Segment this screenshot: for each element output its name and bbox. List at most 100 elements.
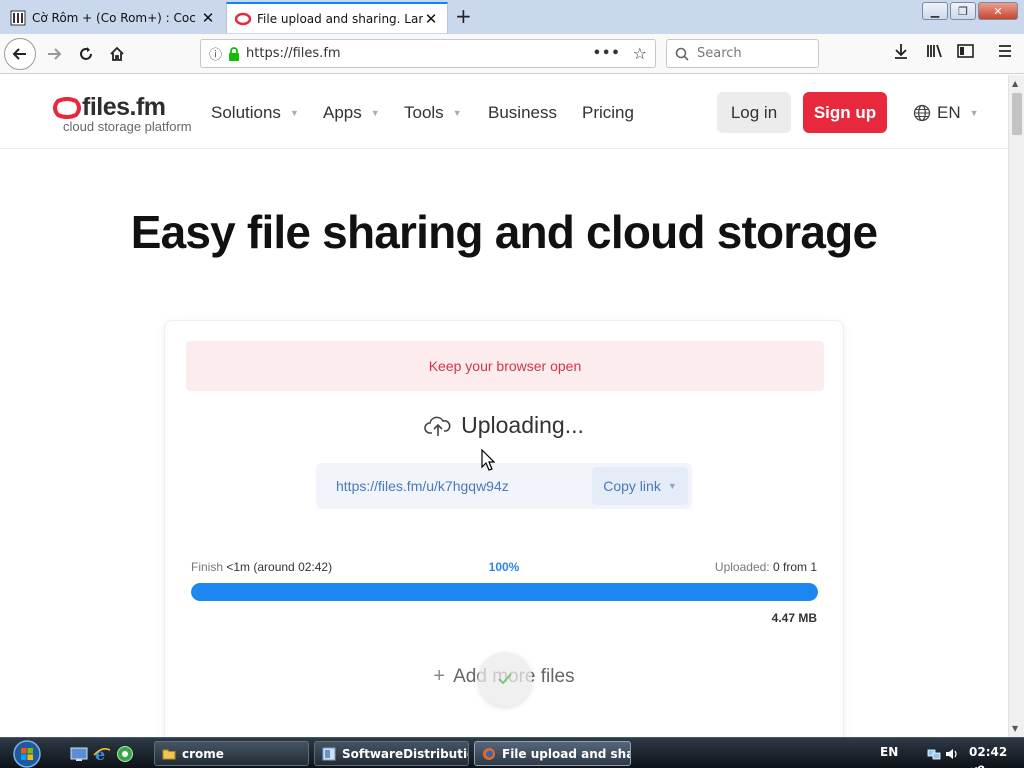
input-language-indicator[interactable]: EN — [880, 745, 898, 759]
browser-toolbar: ⓘ https://files.fm ••• ☆ Search — [0, 34, 1024, 74]
nav-solutions[interactable]: Solutions ▼ — [211, 103, 299, 123]
bookmark-star-icon[interactable]: ☆ — [633, 44, 647, 63]
site-logo[interactable]: files.fm cloud storage platform — [52, 93, 192, 134]
home-button[interactable] — [101, 38, 133, 70]
svg-text:e: e — [95, 745, 105, 763]
progress-fill — [191, 583, 818, 601]
filesfm-favicon-icon — [235, 11, 251, 27]
search-placeholder: Search — [697, 46, 742, 61]
system-clock[interactable]: 02:42 ص — [969, 745, 1024, 768]
task-label: File upload and shari... — [502, 746, 630, 761]
upload-card: Keep your browser open Uploading... http… — [164, 320, 844, 737]
page-scrollbar[interactable]: ▲ ▼ — [1008, 75, 1024, 737]
click-indicator — [478, 652, 532, 706]
nav-label: Apps — [323, 103, 362, 122]
filesfm-logo-icon — [53, 96, 81, 119]
chevron-down-icon: ▼ — [969, 108, 979, 118]
arrow-left-icon — [12, 48, 26, 60]
nav-pricing[interactable]: Pricing — [582, 103, 634, 123]
volume-icon[interactable] — [945, 747, 959, 764]
library-icon[interactable] — [926, 43, 944, 63]
sidebar-icon[interactable] — [957, 43, 974, 63]
new-tab-button[interactable]: + — [455, 5, 472, 27]
arrow-right-icon — [48, 48, 62, 60]
web-page: files.fm cloud storage platform Solution… — [0, 75, 1008, 737]
taskbar-item-softwaredistribution[interactable]: SoftwareDistribution — [314, 741, 469, 766]
minimize-button[interactable]: ▁ — [922, 2, 948, 20]
logo-text: files.fm — [82, 93, 166, 121]
windows-logo-icon — [13, 739, 41, 768]
coccoc-browser-icon[interactable] — [116, 745, 134, 763]
signup-button[interactable]: Sign up — [803, 92, 887, 133]
cloud-upload-icon — [424, 414, 452, 438]
share-link[interactable]: https://files.fm/u/k7hgqw94z — [316, 478, 592, 494]
nav-label: Solutions — [211, 103, 281, 122]
browser-tab-filesfm[interactable]: File upload and sharing. Large f ✕ — [226, 2, 448, 33]
scroll-up-icon[interactable]: ▲ — [1012, 79, 1018, 88]
nav-tools[interactable]: Tools ▼ — [404, 103, 462, 123]
upload-status: Uploading... — [165, 412, 843, 439]
taskbar-item-crome[interactable]: crome — [154, 741, 309, 766]
task-label: crome — [182, 746, 224, 761]
page-title: Easy file sharing and cloud storage — [130, 206, 878, 258]
browser-tab-coccoc[interactable]: Cờ Rôm + (Co Rom+) : Coc Coc ✕ — [2, 2, 224, 33]
network-icon[interactable] — [927, 747, 941, 764]
address-bar[interactable]: ⓘ https://files.fm ••• ☆ — [200, 39, 656, 68]
uploaded-label: Uploaded: — [714, 560, 770, 574]
show-desktop-icon[interactable] — [70, 745, 88, 763]
address-text[interactable]: https://files.fm — [246, 46, 593, 61]
chevron-down-icon: ▼ — [667, 481, 677, 491]
reload-icon — [80, 47, 92, 60]
home-icon — [110, 46, 124, 61]
chevron-down-icon: ▼ — [452, 108, 462, 118]
plus-icon: + — [433, 665, 446, 687]
login-button[interactable]: Log in — [717, 92, 791, 133]
page-actions-icon[interactable]: ••• — [593, 46, 621, 61]
upload-size: 4.47 MB — [771, 611, 817, 625]
chevron-down-icon: ▼ — [289, 108, 299, 118]
logo-tagline: cloud storage platform — [63, 119, 192, 134]
mouse-pointer-icon — [481, 448, 496, 475]
reload-button[interactable] — [70, 38, 102, 70]
windows-taskbar: e crome SoftwareDistribution File upload… — [0, 737, 1024, 768]
maximize-button[interactable]: ❐ — [950, 2, 976, 20]
tab-title: File upload and sharing. Large f — [257, 11, 423, 26]
upload-status-text: Uploading... — [461, 412, 584, 438]
forward-button[interactable] — [38, 38, 70, 70]
lock-icon — [228, 46, 240, 61]
nav-apps[interactable]: Apps ▼ — [323, 103, 380, 123]
scroll-down-icon[interactable]: ▼ — [1012, 724, 1018, 733]
search-box[interactable]: Search — [666, 39, 819, 68]
uploaded-value: 0 from 1 — [772, 560, 817, 574]
language-selector[interactable]: EN ▼ — [913, 103, 979, 123]
uploaded-count: Uploaded: 0 from 1 — [715, 560, 817, 574]
check-icon — [498, 673, 512, 685]
globe-icon — [913, 104, 931, 122]
start-button[interactable] — [8, 738, 46, 768]
nav-label: Business — [488, 103, 557, 122]
copy-link-label: Copy link — [603, 478, 661, 494]
site-header: files.fm cloud storage platform Solution… — [0, 75, 1008, 149]
window-controls: ▁ ❐ ✕ — [922, 2, 1018, 20]
search-icon — [675, 47, 689, 61]
upload-progress-bar — [191, 583, 818, 601]
close-tab-icon[interactable]: ✕ — [200, 9, 216, 27]
nav-label: Tools — [404, 103, 444, 122]
downloads-icon[interactable] — [893, 43, 909, 63]
menu-icon[interactable] — [997, 43, 1013, 63]
nav-business[interactable]: Business — [488, 103, 557, 123]
close-window-button[interactable]: ✕ — [978, 2, 1018, 20]
taskbar-item-firefox[interactable]: File upload and shari... — [474, 741, 631, 766]
explorer-window-icon — [322, 747, 336, 760]
language-label: EN — [937, 103, 961, 122]
close-tab-icon[interactable]: ✕ — [423, 10, 439, 28]
chevron-down-icon: ▼ — [370, 108, 380, 118]
folder-icon — [162, 749, 176, 759]
scrollbar-thumb[interactable] — [1012, 93, 1022, 135]
info-icon[interactable]: ⓘ — [209, 44, 222, 63]
tab-title: Cờ Rôm + (Co Rom+) : Coc Coc — [32, 10, 200, 25]
back-button[interactable] — [4, 38, 36, 70]
copy-link-button[interactable]: Copy link ▼ — [592, 467, 688, 505]
internet-explorer-icon[interactable]: e — [93, 745, 111, 763]
nav-label: Pricing — [582, 103, 634, 122]
